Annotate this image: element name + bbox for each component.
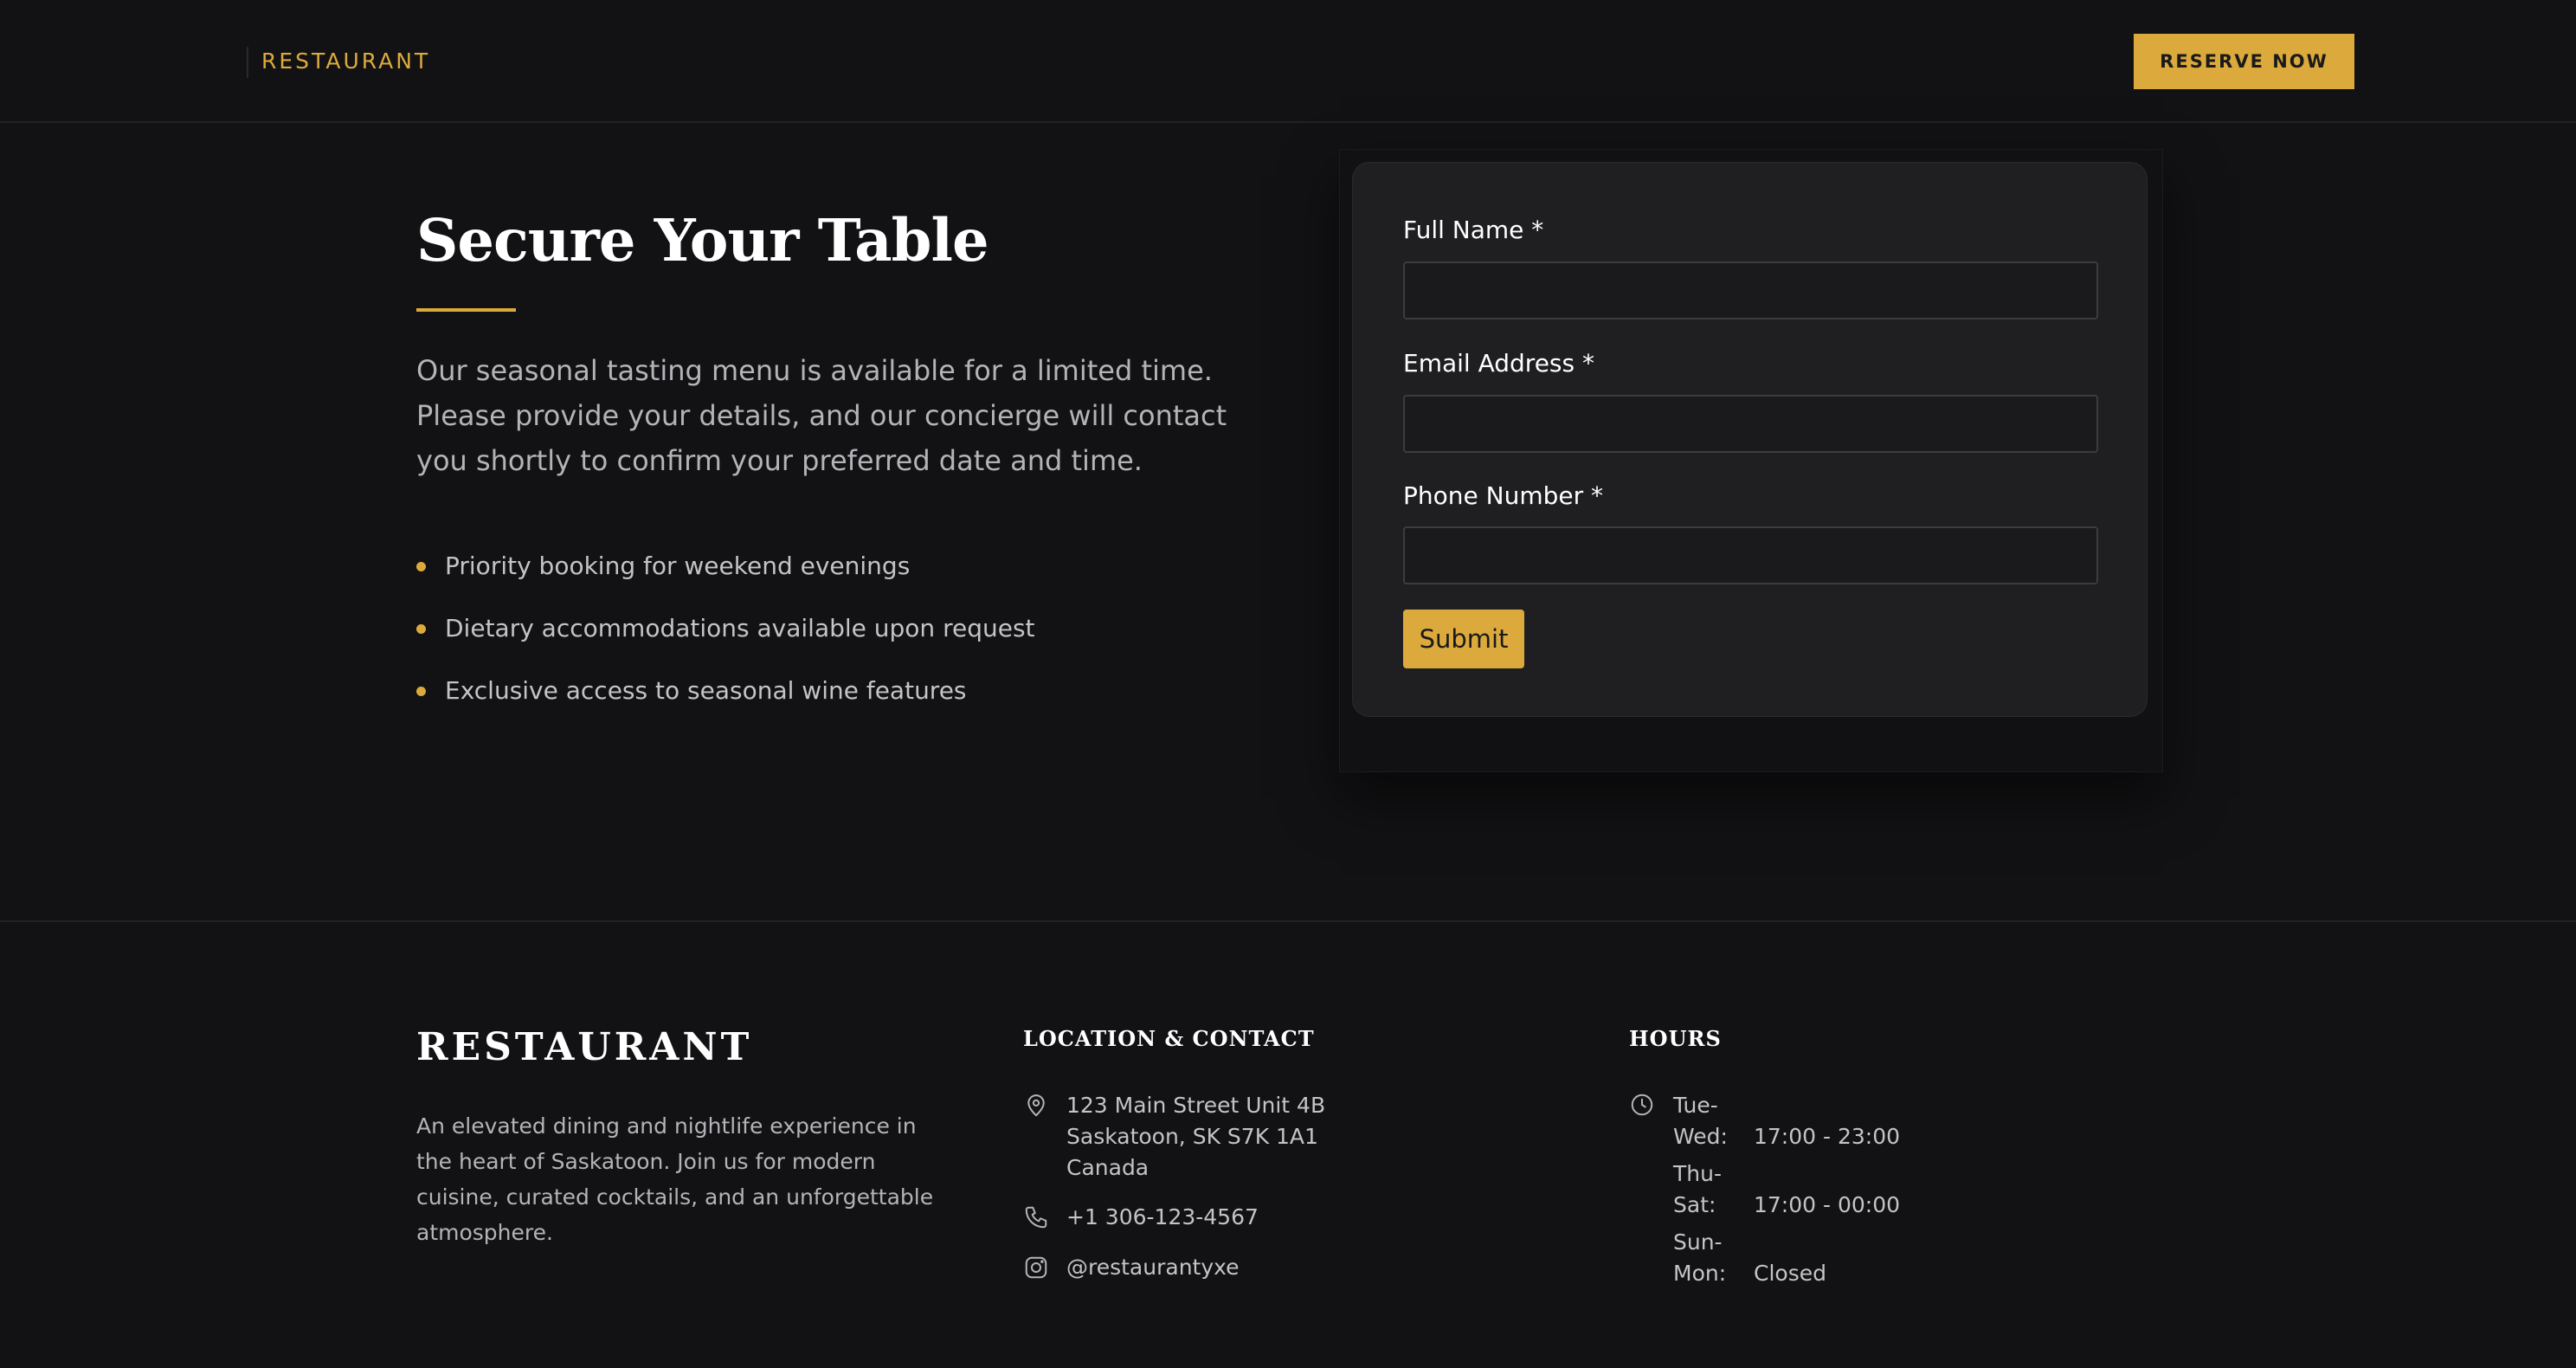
hours-day: Thu-Sat: [1673, 1161, 1722, 1217]
address-line: Saskatoon, SK S7K 1A1 [1066, 1124, 1318, 1149]
map-pin-icon [1023, 1093, 1049, 1119]
full-name-label: Full Name * [1403, 216, 1544, 244]
feature-text: Exclusive access to seasonal wine featur… [445, 676, 967, 705]
feature-item: Dietary accommodations available upon re… [416, 606, 1035, 668]
phone-icon [1023, 1204, 1049, 1230]
full-name-field[interactable] [1403, 261, 2098, 319]
feature-item: Exclusive access to seasonal wine featur… [416, 668, 1035, 731]
hours-time: 17:00 - 23:00 [1754, 1124, 1901, 1149]
clock-icon [1629, 1092, 1655, 1118]
brand-divider [247, 47, 248, 78]
hours-time: Closed [1754, 1261, 1826, 1286]
hours-time: 17:00 - 00:00 [1754, 1192, 1901, 1217]
site-header: RESTAURANT RESERVE NOW [0, 0, 2576, 123]
header-brand-logo[interactable]: RESTAURANT [261, 45, 430, 78]
address-line: 123 Main Street Unit 4B [1066, 1093, 1326, 1118]
title-underline [416, 308, 516, 312]
instagram-handle[interactable]: @restaurantyxe [1066, 1252, 1240, 1283]
bullet-dot-icon [416, 687, 426, 696]
hours-heading: HOURS [1629, 1026, 1722, 1051]
email-field[interactable] [1403, 395, 2098, 453]
intro-description: Our seasonal tasting menu is available f… [416, 354, 1227, 477]
footer-brand: RESTAURANT [416, 1025, 753, 1069]
page-title: Secure Your Table [416, 206, 989, 274]
phone-label: Phone Number * [1403, 481, 1604, 510]
hours-day: Tue-Wed: [1673, 1093, 1728, 1149]
hours-day: Sun-Mon: [1673, 1229, 1727, 1286]
footer-description: An elevated dining and nightlife experie… [416, 1113, 934, 1245]
footer-divider [0, 920, 2576, 922]
bullet-dot-icon [416, 562, 426, 571]
contact-heading: LOCATION & CONTACT [1023, 1026, 1315, 1051]
phone-number[interactable]: +1 306-123-4567 [1066, 1202, 1259, 1233]
reserve-now-button[interactable]: RESERVE NOW [2134, 34, 2354, 89]
submit-button[interactable]: Submit [1403, 610, 1524, 668]
feature-text: Dietary accommodations available upon re… [445, 614, 1035, 642]
address-line: Canada [1066, 1155, 1150, 1180]
feature-item: Priority booking for weekend evenings [416, 544, 1035, 606]
phone-field[interactable] [1403, 526, 2098, 584]
feature-text: Priority booking for weekend evenings [445, 552, 911, 580]
feature-list: Priority booking for weekend evenings Di… [416, 544, 1035, 731]
instagram-icon [1023, 1255, 1049, 1281]
bullet-dot-icon [416, 624, 426, 634]
email-label: Email Address * [1403, 349, 1594, 377]
